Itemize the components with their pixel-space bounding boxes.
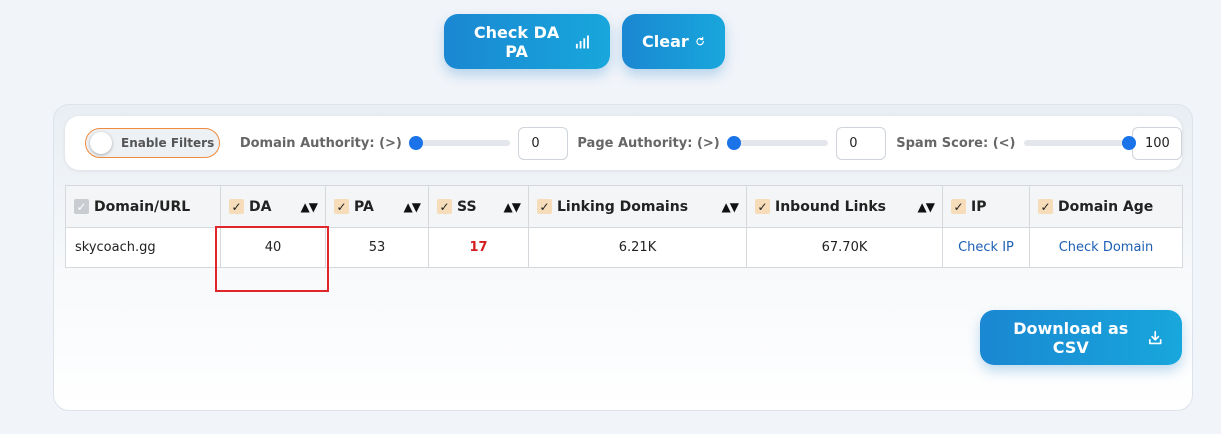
sort-icon[interactable]: ▲▼ <box>504 200 521 214</box>
header-ss-label: SS <box>457 198 477 215</box>
domain-authority-slider-thumb[interactable] <box>408 136 423 150</box>
header-ip-label: IP <box>971 198 987 215</box>
checkbox-icon[interactable]: ✓ <box>755 199 770 214</box>
cell-da: 40 <box>220 227 326 268</box>
check-da-pa-button[interactable]: Check DA PA <box>444 14 610 69</box>
check-ip-link[interactable]: Check IP <box>958 240 1014 255</box>
table-row: skycoach.gg 40 53 17 6.21K 67.70K Check … <box>65 227 1183 268</box>
checkbox-icon[interactable]: ✓ <box>437 199 452 214</box>
checkbox-icon[interactable]: ✓ <box>334 199 349 214</box>
check-da-pa-label: Check DA PA <box>473 22 560 61</box>
header-da-label: DA <box>249 198 272 215</box>
spam-score-slider-thumb[interactable] <box>1121 136 1136 150</box>
top-actions: Check DA PA Clear <box>0 14 1221 69</box>
column-header-domain-age[interactable]: ✓ Domain Age <box>1029 185 1183 228</box>
table-header-row: ✓ Domain/URL ✓ DA ▲▼ ✓ PA ▲▼ ✓ SS ▲▼ ✓ L… <box>65 185 1183 228</box>
header-linking-label: Linking Domains <box>557 198 689 215</box>
column-header-linking-domains[interactable]: ✓ Linking Domains ▲▼ <box>528 185 747 228</box>
enable-filters-toggle[interactable]: Enable Filters <box>85 128 220 158</box>
cell-ip: Check IP <box>942 227 1030 268</box>
sort-icon[interactable]: ▲▼ <box>301 200 318 214</box>
download-csv-label: Download as CSV <box>1013 318 1129 357</box>
page-authority-input[interactable] <box>836 126 887 160</box>
enable-filters-label: Enable Filters <box>121 136 215 150</box>
header-age-label: Domain Age <box>1058 198 1154 215</box>
domain-authority-input[interactable] <box>518 126 569 160</box>
filter-bar: Enable Filters Domain Authority: (>) Pag… <box>65 116 1182 170</box>
checkbox-icon[interactable]: ✓ <box>537 199 552 214</box>
header-inbound-label: Inbound Links <box>775 198 886 215</box>
clear-label: Clear <box>642 32 689 51</box>
header-domain-label: Domain/URL <box>94 198 191 215</box>
domain-authority-slider[interactable] <box>408 136 511 150</box>
bar-chart-icon <box>576 35 590 48</box>
toggle-knob <box>90 132 112 154</box>
checkbox-icon[interactable]: ✓ <box>1038 199 1053 214</box>
column-header-ss[interactable]: ✓ SS ▲▼ <box>428 185 529 228</box>
sort-icon[interactable]: ▲▼ <box>404 200 421 214</box>
checkbox-icon[interactable]: ✓ <box>951 199 966 214</box>
download-icon <box>1148 330 1162 344</box>
spam-score-input[interactable] <box>1132 126 1182 160</box>
cell-domain-age: Check Domain <box>1029 227 1183 268</box>
header-pa-label: PA <box>354 198 374 215</box>
spam-score-label: Spam Score: (<) <box>896 135 1016 151</box>
checkbox-icon[interactable]: ✓ <box>74 199 89 214</box>
refresh-icon <box>696 36 704 46</box>
page-authority-slider-thumb[interactable] <box>726 136 741 150</box>
checkbox-icon[interactable]: ✓ <box>229 199 244 214</box>
domain-authority-label: Domain Authority: (>) <box>239 135 402 151</box>
page-authority-slider[interactable] <box>726 136 829 150</box>
check-domain-link[interactable]: Check Domain <box>1059 240 1154 255</box>
column-header-pa[interactable]: ✓ PA ▲▼ <box>325 185 429 228</box>
column-header-ip[interactable]: ✓ IP <box>942 185 1030 228</box>
spam-score-value: 17 <box>469 240 488 255</box>
download-csv-button[interactable]: Download as CSV <box>980 310 1182 365</box>
page-authority-label: Page Authority: (>) <box>577 135 720 151</box>
cell-pa: 53 <box>325 227 429 268</box>
spam-score-slider[interactable] <box>1023 136 1136 150</box>
sort-icon[interactable]: ▲▼ <box>722 200 739 214</box>
results-table: ✓ Domain/URL ✓ DA ▲▼ ✓ PA ▲▼ ✓ SS ▲▼ ✓ L… <box>65 185 1183 268</box>
sort-icon[interactable]: ▲▼ <box>918 200 935 214</box>
column-header-da[interactable]: ✓ DA ▲▼ <box>220 185 326 228</box>
cell-ss: 17 <box>428 227 529 268</box>
column-header-domain[interactable]: ✓ Domain/URL <box>65 185 221 228</box>
column-header-inbound-links[interactable]: ✓ Inbound Links ▲▼ <box>746 185 943 228</box>
cell-inbound-links: 67.70K <box>746 227 943 268</box>
clear-button[interactable]: Clear <box>622 14 725 69</box>
cell-domain: skycoach.gg <box>65 227 221 268</box>
cell-linking-domains: 6.21K <box>528 227 747 268</box>
